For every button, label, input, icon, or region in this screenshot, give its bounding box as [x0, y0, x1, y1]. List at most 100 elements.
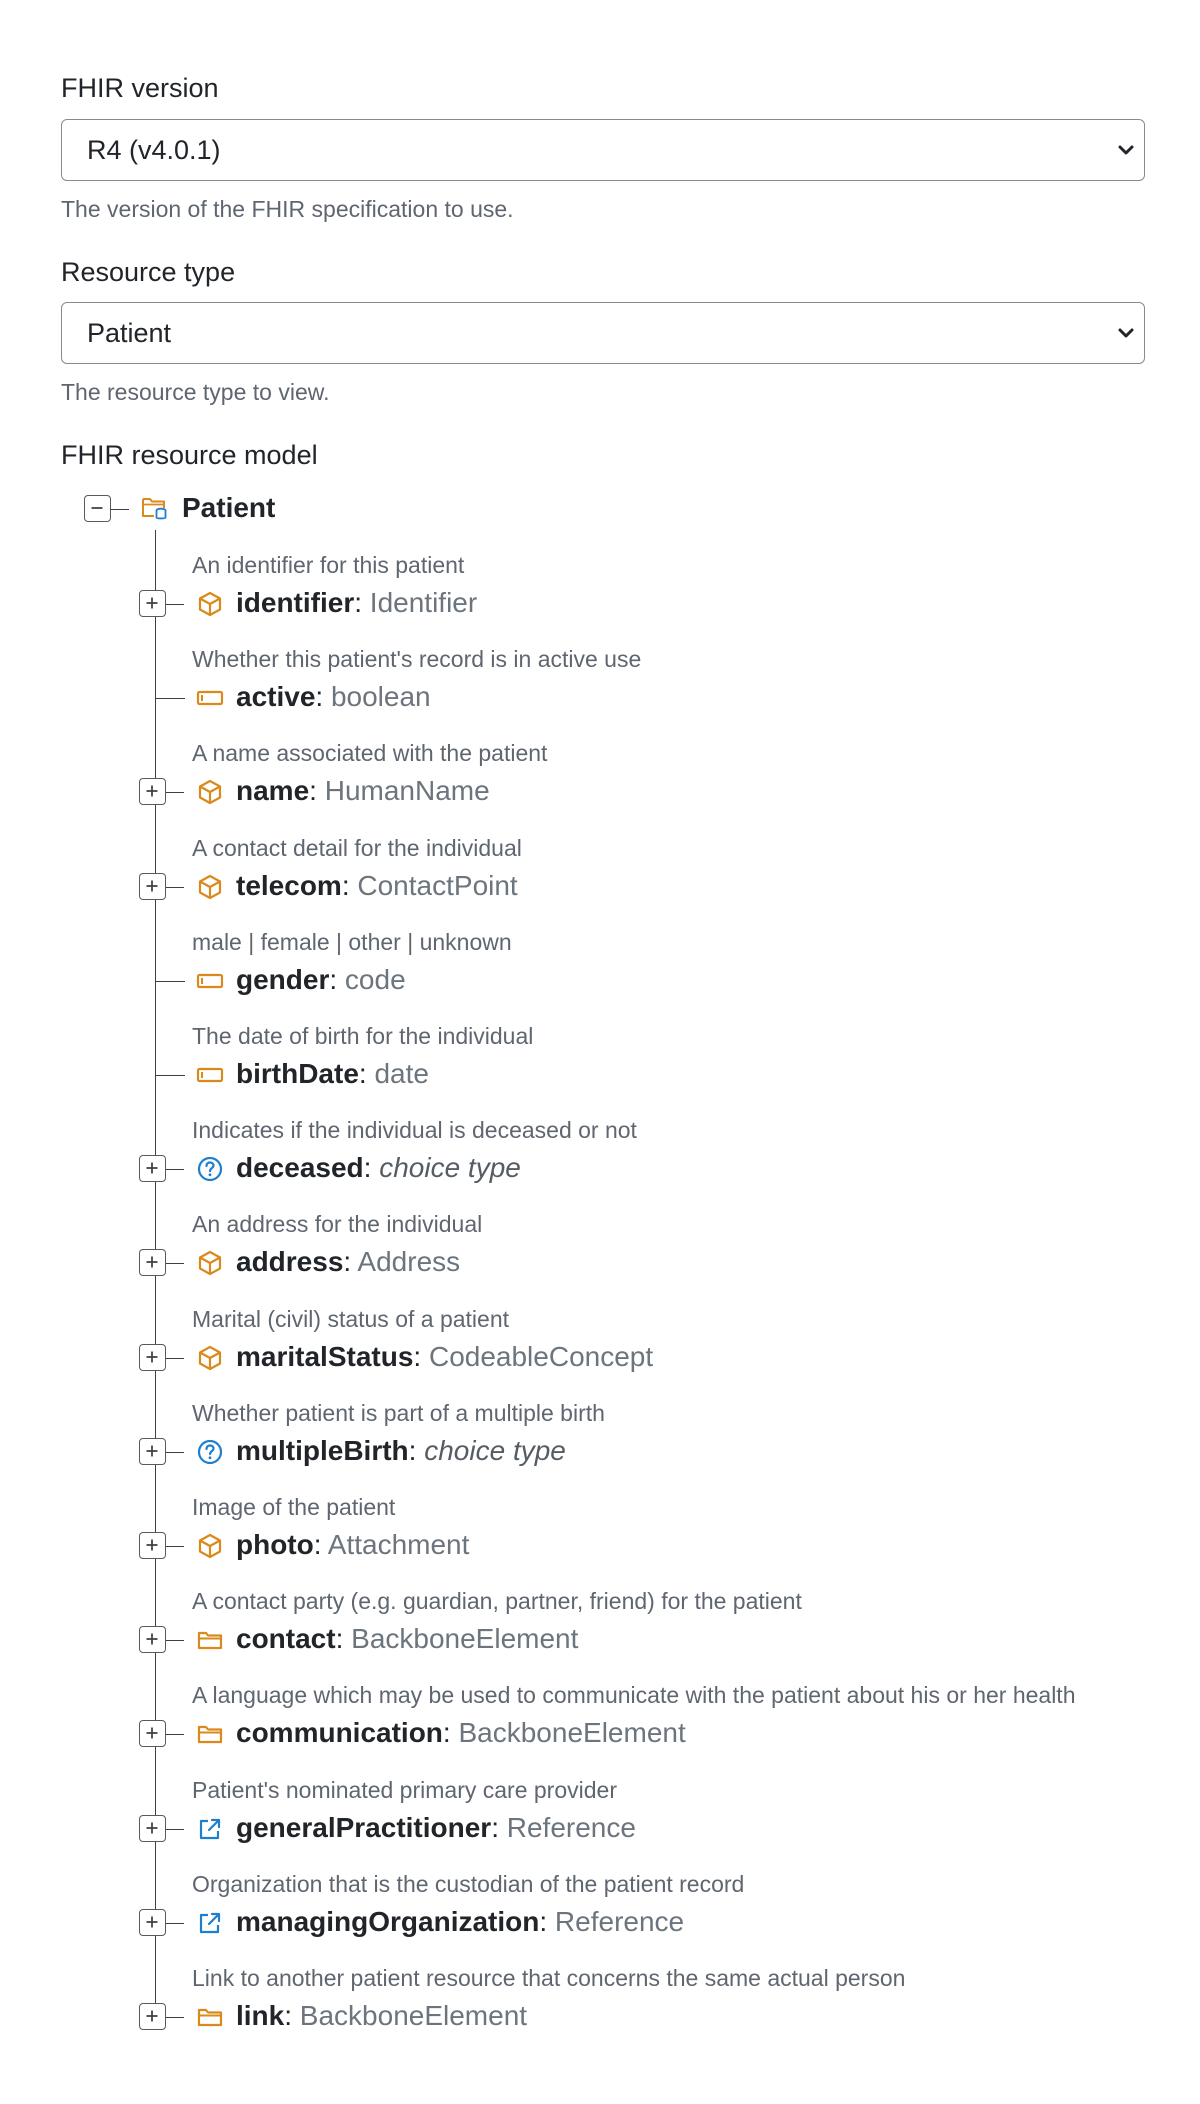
cube-icon: [196, 873, 224, 901]
resource-type-help: The resource type to view.: [61, 379, 330, 405]
fhir-version-label: FHIR version: [61, 73, 219, 103]
element-name: birthDate: [236, 1058, 359, 1089]
element-generalPractitioner[interactable]: generalPractitioner: Reference: [236, 1811, 636, 1845]
element-type: code: [344, 964, 406, 995]
type-separator: :: [309, 775, 325, 806]
expand-address-toggle[interactable]: [139, 1249, 166, 1276]
tree-connector: [155, 981, 185, 982]
element-deceased[interactable]: deceased: choice type: [236, 1151, 521, 1185]
element-communication[interactable]: communication: BackboneElement: [236, 1716, 686, 1750]
question-icon: [196, 1438, 224, 1466]
type-separator: :: [363, 1152, 380, 1183]
element-type: BackboneElement: [299, 2000, 528, 2031]
tree-connector: [166, 1734, 184, 1735]
element-description: Indicates if the individual is deceased …: [192, 1117, 637, 1143]
element-name: active: [236, 681, 316, 712]
question-icon: [196, 1155, 224, 1183]
tree-connector: [111, 509, 129, 510]
type-separator: :: [284, 2000, 300, 2031]
element-type: HumanName: [324, 775, 490, 806]
expand-telecom-toggle[interactable]: [139, 873, 166, 900]
element-description: Marital (civil) status of a patient: [192, 1306, 510, 1332]
element-managingOrganization[interactable]: managingOrganization: Reference: [236, 1905, 684, 1939]
primitive-icon: [196, 967, 224, 995]
type-separator: :: [358, 1058, 375, 1089]
element-description: Organization that is the custodian of th…: [192, 1871, 745, 1897]
fhir-version-select[interactable]: R4 (v4.0.1): [61, 119, 1145, 181]
element-name: photo: [236, 1529, 314, 1560]
collapse-root-toggle[interactable]: [84, 495, 111, 522]
element-address[interactable]: address: Address: [236, 1245, 460, 1279]
expand-generalPractitioner-toggle[interactable]: [139, 1815, 166, 1842]
element-description: The date of birth for the individual: [192, 1023, 534, 1049]
type-separator: :: [539, 1906, 555, 1937]
element-active[interactable]: active: boolean: [236, 680, 431, 714]
tree-connector: [166, 887, 184, 888]
external-link-icon: [196, 1815, 224, 1843]
element-contact[interactable]: contact: BackboneElement: [236, 1622, 578, 1656]
external-link-icon: [196, 1909, 224, 1937]
element-name: generalPractitioner: [236, 1812, 492, 1843]
element-name: deceased: [236, 1152, 364, 1183]
element-name: link: [236, 2000, 285, 2031]
element-type: choice type: [379, 1152, 521, 1183]
type-separator: :: [335, 1623, 352, 1654]
expand-link-toggle[interactable]: [139, 2003, 166, 2030]
element-description: A contact detail for the individual: [192, 835, 522, 861]
element-name: maritalStatus: [236, 1341, 414, 1372]
resource-type-select[interactable]: Patient: [61, 302, 1145, 364]
tree-connector: [166, 792, 184, 793]
expand-maritalStatus-toggle[interactable]: [139, 1344, 166, 1371]
element-link[interactable]: link: BackboneElement: [236, 1999, 527, 2033]
element-type: ContactPoint: [357, 870, 518, 901]
tree-connector: [166, 1169, 184, 1170]
root-resource-name: Patient: [182, 492, 276, 523]
element-description: male | female | other | unknown: [192, 929, 512, 955]
element-type: Reference: [506, 1812, 636, 1843]
element-description: Whether patient is part of a multiple bi…: [192, 1400, 605, 1426]
expand-photo-toggle[interactable]: [139, 1532, 166, 1559]
element-description: A language which may be used to communic…: [192, 1682, 1076, 1708]
cube-icon: [196, 590, 224, 618]
expand-deceased-toggle[interactable]: [139, 1155, 166, 1182]
element-description: An identifier for this patient: [192, 552, 465, 578]
element-type: Reference: [554, 1906, 685, 1937]
cube-icon: [196, 1249, 224, 1277]
element-multipleBirth[interactable]: multipleBirth: choice type: [236, 1434, 566, 1468]
element-name: contact: [236, 1623, 336, 1654]
element-name: managingOrganization: [236, 1906, 540, 1937]
element-description: Patient's nominated primary care provide…: [192, 1777, 617, 1803]
tree-connector: [166, 2017, 184, 2018]
tree-connector: [166, 1923, 184, 1924]
type-separator: :: [329, 964, 345, 995]
expand-managingOrganization-toggle[interactable]: [139, 1909, 166, 1936]
element-type: choice type: [424, 1435, 566, 1466]
element-telecom[interactable]: telecom: ContactPoint: [236, 869, 518, 903]
cube-icon: [196, 1344, 224, 1372]
element-maritalStatus[interactable]: maritalStatus: CodeableConcept: [236, 1340, 653, 1374]
tree-connector: [166, 1640, 184, 1641]
expand-identifier-toggle[interactable]: [139, 590, 166, 617]
expand-name-toggle[interactable]: [139, 778, 166, 805]
element-birthDate[interactable]: birthDate: date: [236, 1057, 429, 1091]
element-name: identifier: [236, 587, 355, 618]
expand-contact-toggle[interactable]: [139, 1626, 166, 1653]
chevron-down-icon: [1118, 328, 1134, 338]
type-separator: :: [313, 1529, 328, 1560]
expand-communication-toggle[interactable]: [139, 1720, 166, 1747]
folder-icon: [196, 2003, 224, 2031]
expand-multipleBirth-toggle[interactable]: [139, 1438, 166, 1465]
folder-icon: [196, 1626, 224, 1654]
element-identifier[interactable]: identifier: Identifier: [236, 586, 477, 620]
element-type: Address: [357, 1246, 461, 1277]
chevron-down-icon: [1118, 145, 1134, 155]
element-name: communication: [236, 1717, 443, 1748]
element-type: date: [374, 1058, 429, 1089]
element-description: A name associated with the patient: [192, 740, 548, 766]
element-photo[interactable]: photo: Attachment: [236, 1528, 469, 1562]
element-gender[interactable]: gender: code: [236, 963, 406, 997]
element-name[interactable]: name: HumanName: [236, 774, 490, 808]
resource-model-label: FHIR resource model: [61, 440, 318, 470]
tree-connector: [166, 1358, 184, 1359]
type-separator: :: [341, 870, 358, 901]
